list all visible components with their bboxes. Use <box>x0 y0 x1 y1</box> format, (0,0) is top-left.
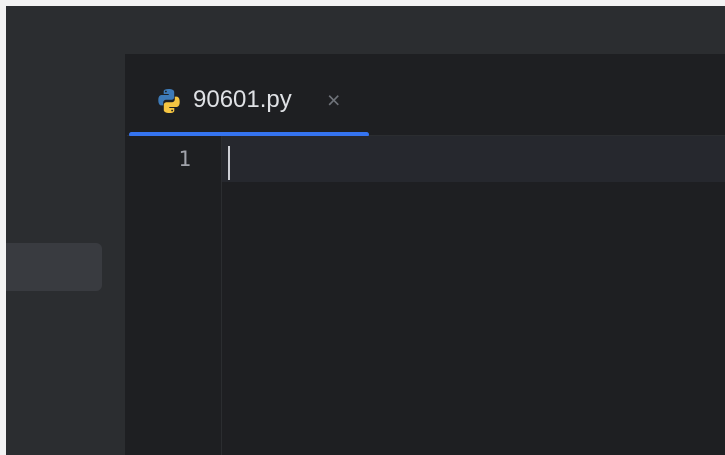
python-file-icon <box>154 86 184 116</box>
line-number: 1 <box>178 147 191 171</box>
line-number-gutter <box>127 136 222 455</box>
ide-window: 90601.py × 1 <box>6 6 725 455</box>
tab-filename: 90601.py <box>193 86 292 113</box>
editor-tab-bar: 90601.py × <box>127 54 725 137</box>
close-icon[interactable]: × <box>327 85 340 115</box>
project-sidebar <box>6 54 125 455</box>
text-cursor <box>228 146 230 180</box>
editor-pane: 90601.py × 1 <box>127 54 725 455</box>
sidebar-selected-item[interactable] <box>6 243 102 291</box>
title-bar <box>6 6 725 54</box>
code-editor[interactable] <box>223 136 725 455</box>
tab-90601-py[interactable]: 90601.py × <box>127 54 369 137</box>
